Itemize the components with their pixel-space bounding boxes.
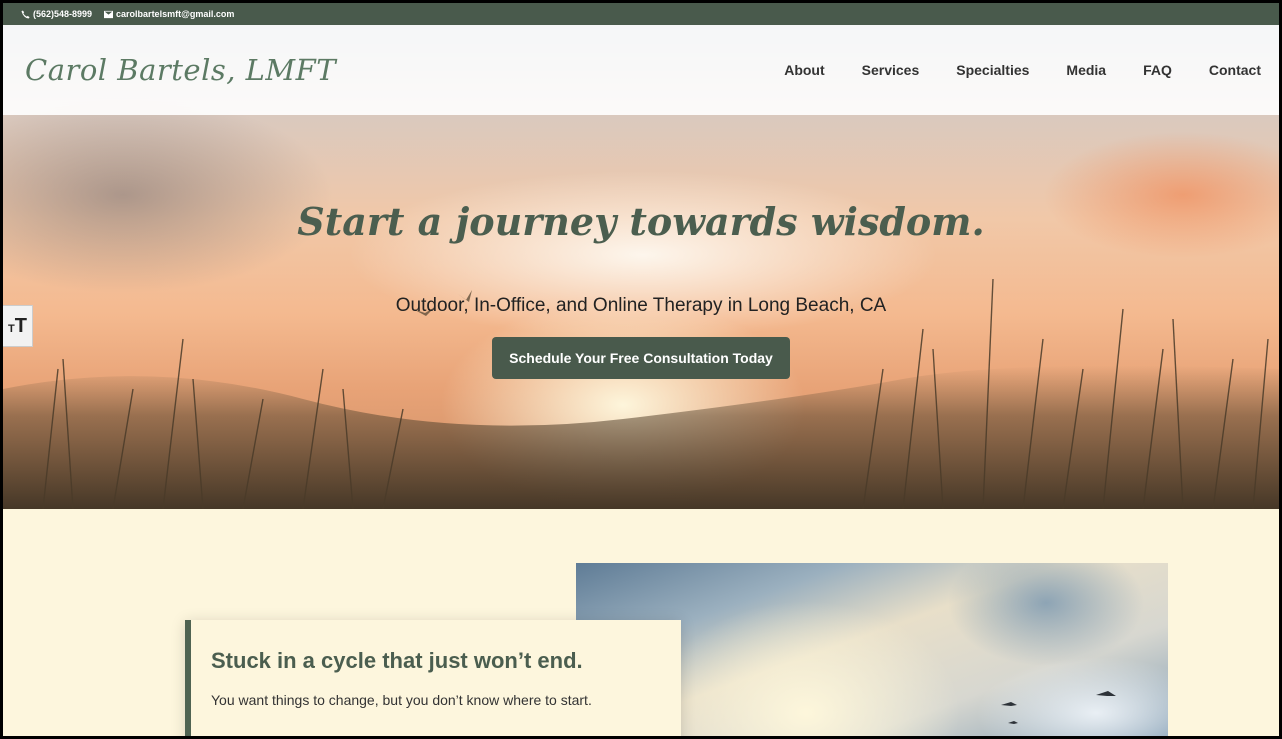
phone-icon <box>21 9 30 19</box>
main-nav: About Services Specialties Media FAQ Con… <box>784 62 1261 78</box>
email-address: carolbartelsmft@gmail.com <box>116 9 235 19</box>
intro-text: You want things to change, but you don’t… <box>211 692 592 708</box>
text-size-small-glyph: T <box>8 323 15 335</box>
text-size-icon[interactable]: T T <box>3 305 33 347</box>
envelope-icon <box>104 10 114 18</box>
schedule-consultation-button[interactable]: Schedule Your Free Consultation Today <box>492 337 790 379</box>
nav-media[interactable]: Media <box>1066 62 1106 78</box>
site-logo[interactable]: Carol Bartels, LMFT <box>25 53 336 87</box>
hero-title: Start a journey towards wisdom. <box>297 199 985 244</box>
intro-heading: Stuck in a cycle that just won’t end. <box>211 648 583 673</box>
phone-number: (562)548-8999 <box>33 9 93 19</box>
page-frame: (562)548-8999 carolbartelsmft@gmail.com … <box>3 3 1279 736</box>
grass-silhouette <box>3 278 1279 509</box>
nav-services[interactable]: Services <box>862 62 920 78</box>
nav-about[interactable]: About <box>784 62 824 78</box>
phone-contact[interactable]: (562)548-8999 <box>21 9 92 19</box>
hero-subtitle: Outdoor, In-Office, and Online Therapy i… <box>395 295 887 316</box>
nav-specialties[interactable]: Specialties <box>956 62 1029 78</box>
site-header: Carol Bartels, LMFT About Services Speci… <box>3 25 1279 115</box>
top-contact-bar: (562)548-8999 carolbartelsmft@gmail.com <box>3 3 1279 25</box>
text-size-big-glyph: T <box>14 314 27 337</box>
intro-card: Stuck in a cycle that just won’t end. Yo… <box>185 620 681 736</box>
nav-contact[interactable]: Contact <box>1209 62 1261 78</box>
email-contact[interactable]: carolbartelsmft@gmail.com <box>104 9 234 19</box>
nav-faq[interactable]: FAQ <box>1143 62 1172 78</box>
